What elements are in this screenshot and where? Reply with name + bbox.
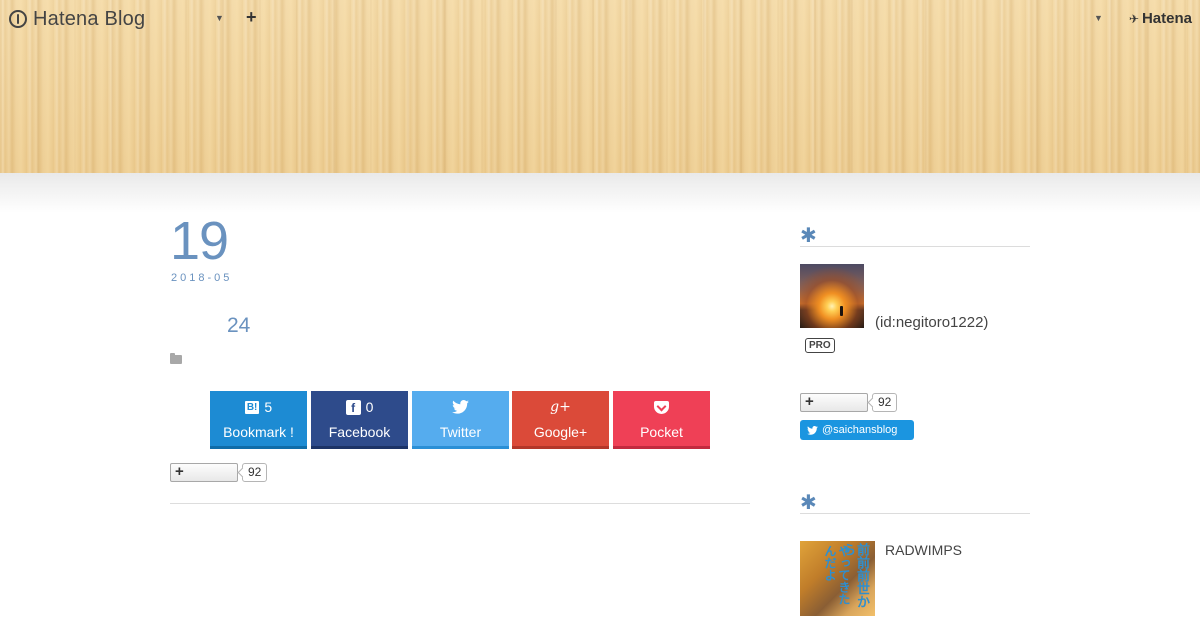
twitter-follow-button[interactable]: @saichansblog (800, 420, 914, 440)
user-menu-caret-icon[interactable]: ▼ (1094, 13, 1103, 23)
facebook-share-count: 0 (365, 399, 374, 415)
entry-title[interactable]: 24 (227, 314, 250, 338)
hatena-bookmark-count: 5 (264, 399, 273, 415)
facebook-share-button[interactable]: f 0 Facebook (311, 391, 408, 449)
hatena-mark-icon: ✈ (1128, 11, 1139, 26)
entry-date-year-month[interactable]: 2018-05 (171, 272, 232, 284)
pocket-icon (654, 400, 669, 414)
hatena-bookmark-label: Bookmark ! (223, 424, 294, 440)
sidebar-subscribe-widget[interactable]: + 92 (800, 393, 898, 412)
album-art[interactable]: 前前前世から やってきたんだよ (800, 541, 875, 616)
blog-logo-text: Hatena Blog (33, 7, 146, 30)
album-art-text-2: やってきたんだよ (823, 545, 851, 605)
google-plus-icon: g+ (550, 399, 571, 415)
sidebar-subscribe-button[interactable]: + (800, 393, 868, 412)
twitter-bird-icon (452, 400, 469, 414)
asterisk-icon: ✱ (800, 225, 817, 247)
hatena-brand-text: Hatena (1141, 10, 1192, 27)
pocket-share-label: Pocket (640, 424, 683, 440)
second-module-heading: ✱ (800, 493, 1030, 514)
twitter-follow-label: @saichansblog (822, 424, 898, 436)
google-plus-share-button[interactable]: g+ Google+ (512, 391, 609, 449)
pro-badge[interactable]: PRO (805, 338, 835, 353)
plus-icon[interactable]: + (246, 8, 257, 26)
subscribe-plus-icon: + (175, 463, 184, 480)
profile-module-heading: ✱ (800, 226, 1030, 247)
facebook-share-label: Facebook (328, 424, 391, 440)
blog-header (0, 0, 1200, 173)
pocket-share-button[interactable]: Pocket (613, 391, 710, 449)
twitter-bird-icon (807, 425, 818, 435)
asterisk-icon: ✱ (800, 492, 817, 514)
subscribe-button[interactable]: + (170, 463, 238, 482)
sidebar-subscribe-plus-icon: + (805, 393, 814, 410)
subscribe-widget[interactable]: + 92 (170, 463, 268, 482)
folder-icon (170, 353, 182, 364)
hatena-bookmark-share-button[interactable]: B! 5 Bookmark ! (210, 391, 307, 449)
facebook-icon: f (345, 399, 361, 415)
album-item-title[interactable]: RADWIMPS (885, 542, 962, 558)
twitter-share-button[interactable]: Twitter (412, 391, 509, 449)
sidebar-subscriber-count: 92 (872, 393, 898, 412)
profile-id[interactable]: (id:negitoro1222) (875, 314, 988, 331)
hatena-brand-link[interactable]: ✈ Hatena (1129, 10, 1192, 27)
hatena-blog-logo[interactable]: Hatena Blog (9, 7, 145, 31)
hatena-blog-mark-icon (9, 10, 27, 28)
profile-avatar[interactable] (800, 264, 864, 328)
article-divider (170, 503, 750, 504)
blog-menu-caret-icon[interactable]: ▼ (215, 13, 224, 23)
header-shadow (0, 173, 1200, 213)
subscriber-count: 92 (242, 463, 268, 482)
google-plus-share-label: Google+ (533, 424, 588, 440)
hatena-bookmark-icon: B! (244, 400, 260, 414)
twitter-share-label: Twitter (439, 424, 482, 440)
entry-date-day[interactable]: 19 (170, 212, 229, 270)
